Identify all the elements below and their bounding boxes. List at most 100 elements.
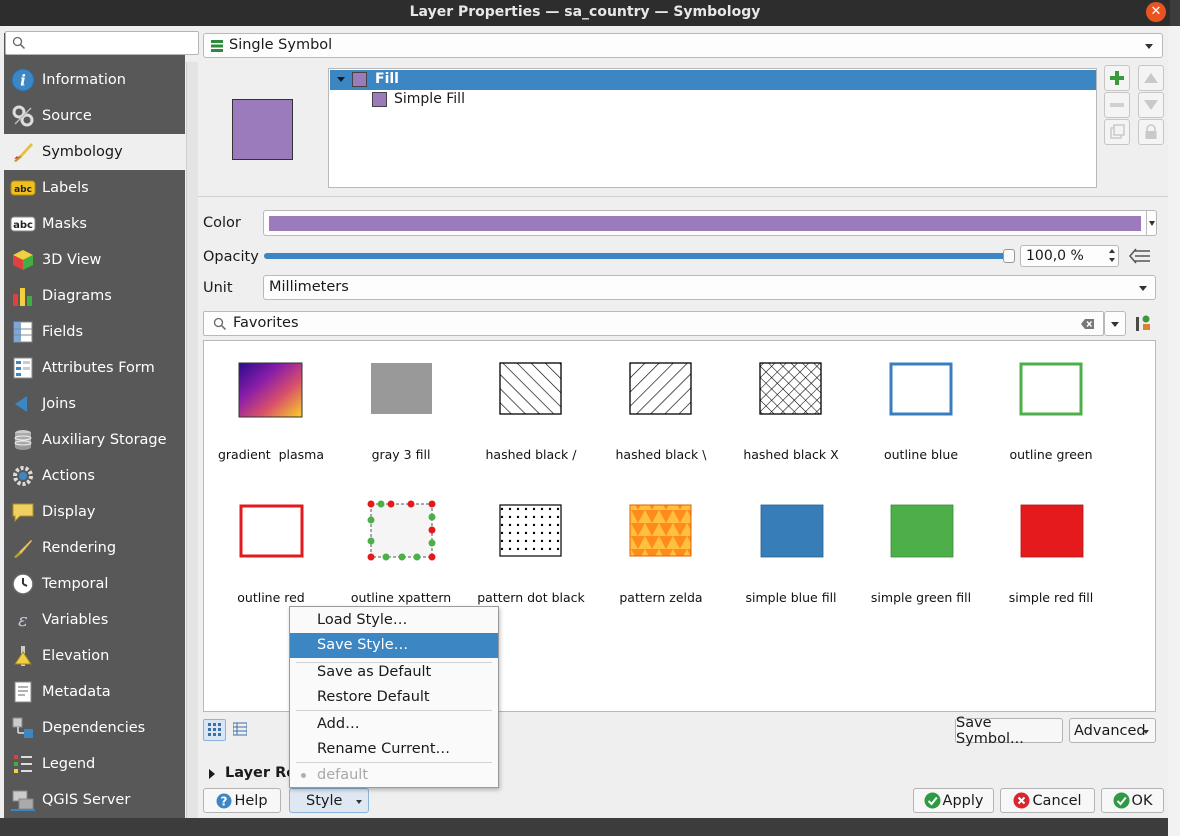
style-manager-icon[interactable] [1134, 314, 1154, 332]
renderer-select[interactable]: Single Symbol [203, 33, 1163, 58]
spin-up-icon[interactable] [1109, 249, 1115, 253]
gray-3-fill-swatch[interactable] [336, 355, 466, 425]
unit-select[interactable]: Millimeters [263, 275, 1156, 300]
duplicate-layer-button[interactable] [1104, 119, 1130, 145]
sidebar-item-elevation[interactable]: Elevation [4, 638, 185, 674]
help-button[interactable]: ? Help [203, 788, 281, 813]
symbol-label[interactable]: simple green fill [856, 590, 986, 605]
style-button[interactable]: Style [289, 788, 369, 813]
opacity-slider[interactable] [264, 249, 1015, 263]
diagrams-icon [10, 283, 36, 309]
sidebar-item-3d-view[interactable]: 3D View [4, 242, 185, 278]
pattern-zelda-swatch[interactable] [596, 497, 726, 567]
sidebar-item-joins[interactable]: Joins [4, 386, 185, 422]
simple-green-fill-swatch[interactable] [856, 497, 986, 567]
minus-icon [1110, 103, 1124, 107]
save-symbol-button[interactable]: Save Symbol... [955, 715, 1063, 747]
symbol-label[interactable]: gradient plasma [206, 447, 336, 462]
ok-button[interactable]: OK [1101, 788, 1164, 813]
simple-blue-fill-swatch[interactable] [726, 497, 856, 567]
gradient-plasma-swatch[interactable] [206, 355, 336, 425]
move-up-button[interactable] [1138, 65, 1164, 91]
symbol-label[interactable]: simple blue fill [726, 590, 856, 605]
sidebar-item-rendering[interactable]: Rendering [4, 530, 185, 566]
color-button[interactable] [263, 210, 1157, 236]
add-symbol-layer-button[interactable] [1104, 65, 1130, 91]
sidebar-item-masks[interactable]: abc Masks [4, 206, 185, 242]
background-window-strip [1168, 26, 1180, 836]
opacity-spinbox[interactable]: 100,0 % [1020, 245, 1119, 267]
symbol-label[interactable]: simple red fill [986, 590, 1116, 605]
symbol-label[interactable]: outline xpattern [336, 590, 466, 605]
sidebar-item-metadata[interactable]: Metadata [4, 674, 185, 710]
panel-splitter[interactable] [186, 62, 198, 818]
close-icon: ✕ [1150, 4, 1162, 19]
library-search-input[interactable]: Favorites [203, 311, 1104, 336]
symbol-label[interactable]: outline green [986, 447, 1116, 462]
apply-button[interactable]: Apply [913, 788, 994, 813]
outline-blue-swatch[interactable] [856, 355, 986, 425]
tree-item-simple-fill[interactable]: Simple Fill [329, 90, 1095, 110]
sidebar-item-display[interactable]: Display [4, 494, 185, 530]
symbol-label[interactable]: hashed black X [726, 447, 856, 462]
menu-item-save-style[interactable]: Save Style… [290, 633, 498, 658]
cancel-button[interactable]: Cancel [1000, 788, 1095, 813]
outline-red-swatch[interactable] [206, 497, 336, 567]
menu-item-add[interactable]: Add… [290, 712, 498, 737]
sidebar-item-actions[interactable]: Actions [4, 458, 185, 494]
symbol-label[interactable]: gray 3 fill [336, 447, 466, 462]
data-defined-override-icon[interactable] [1128, 246, 1154, 266]
move-down-button[interactable] [1138, 92, 1164, 118]
menu-item-load-style[interactable]: Load Style… [290, 608, 498, 633]
hashed-black-back-swatch[interactable] [596, 355, 726, 425]
sidebar-item-labels[interactable]: abc Labels [4, 170, 185, 206]
sidebar-item-diagrams[interactable]: Diagrams [4, 278, 185, 314]
expand-arrow-icon[interactable] [337, 77, 345, 82]
tree-item-fill[interactable]: Fill [330, 70, 1096, 90]
sidebar-item-legend[interactable]: Legend [4, 746, 185, 782]
sidebar-item-fields[interactable]: Fields [4, 314, 185, 350]
window-close-button[interactable]: ✕ [1146, 2, 1166, 22]
sidebar-item-qgis-server[interactable]: QGIS Server [4, 782, 185, 818]
symbol-label[interactable]: outline red [206, 590, 336, 605]
menu-item-save-as-default[interactable]: Save as Default [290, 660, 498, 685]
sidebar-item-symbology[interactable]: Symbology [4, 134, 185, 170]
symbol-label[interactable]: pattern zelda [596, 590, 726, 605]
sidebar-item-variables[interactable]: ε Variables [4, 602, 185, 638]
sidebar-item-source[interactable]: Source [4, 98, 185, 134]
menu-item-rename-current[interactable]: Rename Current… [290, 737, 498, 762]
lock-icon [1145, 124, 1157, 139]
database-icon [10, 427, 36, 453]
chevron-down-icon [356, 800, 362, 804]
list-view-button[interactable] [229, 719, 252, 741]
sidebar-item-attributes-form[interactable]: Attributes Form [4, 350, 185, 386]
sidebar-item-information[interactable]: i Information [4, 62, 185, 98]
sidebar-item-temporal[interactable]: Temporal [4, 566, 185, 602]
pattern-dot-black-swatch[interactable] [466, 497, 596, 567]
symbol-label[interactable]: pattern dot black [466, 590, 596, 605]
sidebar-item-auxiliary-storage[interactable]: Auxiliary Storage [4, 422, 185, 458]
symbol-label[interactable]: hashed black / [466, 447, 596, 462]
symbol-label[interactable]: hashed black \ [596, 447, 726, 462]
layer-rendering-label[interactable]: Layer Re [225, 765, 296, 781]
remove-symbol-layer-button[interactable] [1104, 92, 1130, 118]
sidebar-item-dependencies[interactable]: Dependencies [4, 710, 185, 746]
server-icon [10, 787, 36, 813]
expand-arrow-icon[interactable] [209, 769, 215, 779]
library-filter-dropdown[interactable] [1104, 311, 1126, 336]
checkmark-icon [924, 792, 941, 809]
lock-layer-button[interactable] [1138, 119, 1164, 145]
simple-red-fill-swatch[interactable] [986, 497, 1116, 567]
opacity-slider-handle[interactable] [1003, 249, 1015, 263]
outline-xpattern-swatch[interactable] [336, 497, 466, 567]
hashed-black-x-swatch[interactable] [726, 355, 856, 425]
outline-green-swatch[interactable] [986, 355, 1116, 425]
icon-view-button[interactable] [203, 719, 226, 741]
menu-item-restore-default[interactable]: Restore Default [290, 685, 498, 710]
advanced-button[interactable]: Advanced [1069, 718, 1156, 743]
hashed-black-forward-swatch[interactable] [466, 355, 596, 425]
symbol-label[interactable]: outline blue [856, 447, 986, 462]
sidebar-search-input[interactable] [5, 31, 199, 55]
clear-icon[interactable] [1081, 318, 1095, 330]
spin-down-icon[interactable] [1109, 258, 1115, 262]
